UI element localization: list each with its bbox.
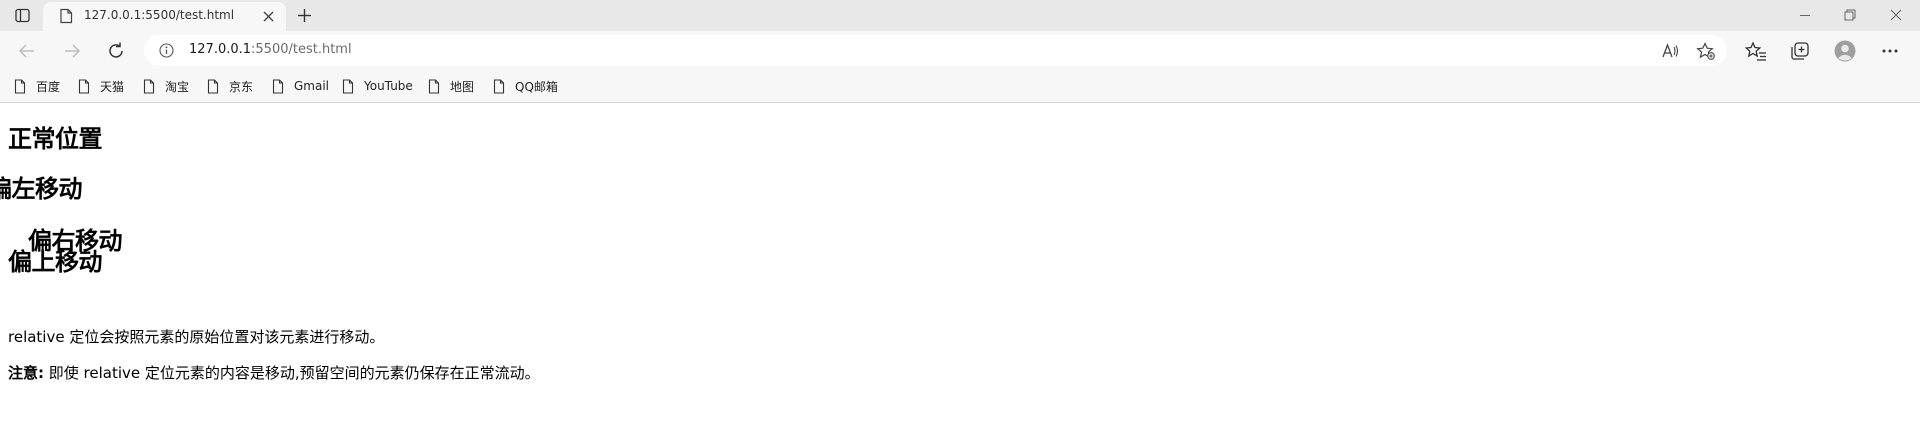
- collections-icon[interactable]: [1789, 40, 1811, 62]
- heading-left-offset: 偏左移动: [0, 175, 83, 203]
- description-paragraph: relative 定位会按照元素的原始位置对该元素进行移动。: [8, 328, 385, 346]
- bookmark-page-icon: [207, 78, 219, 94]
- bookmark-page-icon: [272, 78, 284, 94]
- bookmark-label: 地图: [450, 79, 475, 94]
- bookmark-page-icon: [78, 78, 90, 94]
- note-text: 即使 relative 定位元素的内容是移动,预留空间的元素仍保存在正常流动。: [44, 364, 540, 382]
- bookmark-page-icon: [14, 78, 26, 94]
- bookmark-page-icon: [143, 78, 155, 94]
- bookmark-item[interactable]: 百度: [14, 77, 60, 95]
- more-options-icon[interactable]: [1879, 40, 1901, 62]
- site-info-icon[interactable]: [159, 43, 174, 58]
- page-icon: [60, 8, 73, 24]
- bookmark-label: Gmail: [294, 79, 330, 93]
- minimize-icon[interactable]: [1797, 7, 1813, 23]
- address-bar[interactable]: 127.0.0.1:5500/test.html: [144, 35, 1727, 66]
- bookmark-label: YouTube: [364, 79, 413, 93]
- browser-window: 127.0.0.1:5500/test.html 127.0.0.1:5500/…: [0, 0, 1920, 423]
- read-aloud-icon[interactable]: [1661, 42, 1679, 60]
- add-favorite-icon[interactable]: [1696, 42, 1715, 60]
- bookmark-item[interactable]: QQ邮箱: [493, 77, 558, 95]
- bookmark-item[interactable]: Gmail: [272, 77, 329, 95]
- heading-normal-position: 正常位置: [8, 125, 103, 153]
- url-host: 127.0.0.1: [189, 42, 252, 57]
- bookmark-page-icon: [342, 78, 354, 94]
- close-window-icon[interactable]: [1888, 7, 1904, 23]
- navigation-toolbar: 127.0.0.1:5500/test.html: [0, 31, 1920, 71]
- bookmark-page-icon: [428, 78, 440, 94]
- bookmark-label: 京东: [229, 79, 254, 94]
- close-tab-icon[interactable]: [262, 10, 275, 23]
- favorites-icon[interactable]: [1745, 40, 1767, 62]
- tab-title: 127.0.0.1:5500/test.html: [84, 8, 235, 22]
- heading-up-offset: 偏上移动: [8, 248, 103, 276]
- bookmark-label: 百度: [36, 79, 61, 94]
- profile-avatar-icon[interactable]: [1834, 40, 1856, 62]
- active-tab[interactable]: 127.0.0.1:5500/test.html: [43, 2, 286, 31]
- bookmark-label: 天猫: [100, 79, 125, 94]
- note-paragraph: 注意: 即使 relative 定位元素的内容是移动,预留空间的元素仍保存在正常…: [8, 363, 540, 383]
- bookmark-item[interactable]: 地图: [428, 77, 474, 95]
- back-icon[interactable]: [17, 41, 37, 61]
- bookmark-item[interactable]: 京东: [207, 77, 253, 95]
- bookmark-label: QQ邮箱: [515, 79, 558, 94]
- bookmark-item[interactable]: YouTube: [342, 77, 413, 95]
- note-label: 注意:: [8, 364, 44, 382]
- page-content: 正常位置 偏左移动 偏右移动 偏上移动 relative 定位会按照元素的原始位…: [0, 103, 1920, 423]
- bookmark-item[interactable]: 天猫: [78, 77, 124, 95]
- new-tab-icon[interactable]: [296, 7, 313, 24]
- bookmark-item[interactable]: 淘宝: [143, 77, 189, 95]
- url-path: :5500/test.html: [251, 42, 352, 57]
- restore-icon[interactable]: [1842, 7, 1858, 23]
- tab-strip: 127.0.0.1:5500/test.html: [0, 0, 1920, 31]
- bookmark-page-icon: [493, 78, 505, 94]
- tab-actions-icon[interactable]: [14, 7, 31, 24]
- refresh-icon[interactable]: [106, 41, 126, 61]
- bookmarks-bar: 百度 天猫 淘宝 京东 Gmail YouTube 地图 QQ邮箱: [0, 71, 1920, 103]
- bookmark-label: 淘宝: [165, 79, 190, 94]
- forward-icon[interactable]: [62, 41, 82, 61]
- url-text[interactable]: 127.0.0.1:5500/test.html: [189, 42, 352, 57]
